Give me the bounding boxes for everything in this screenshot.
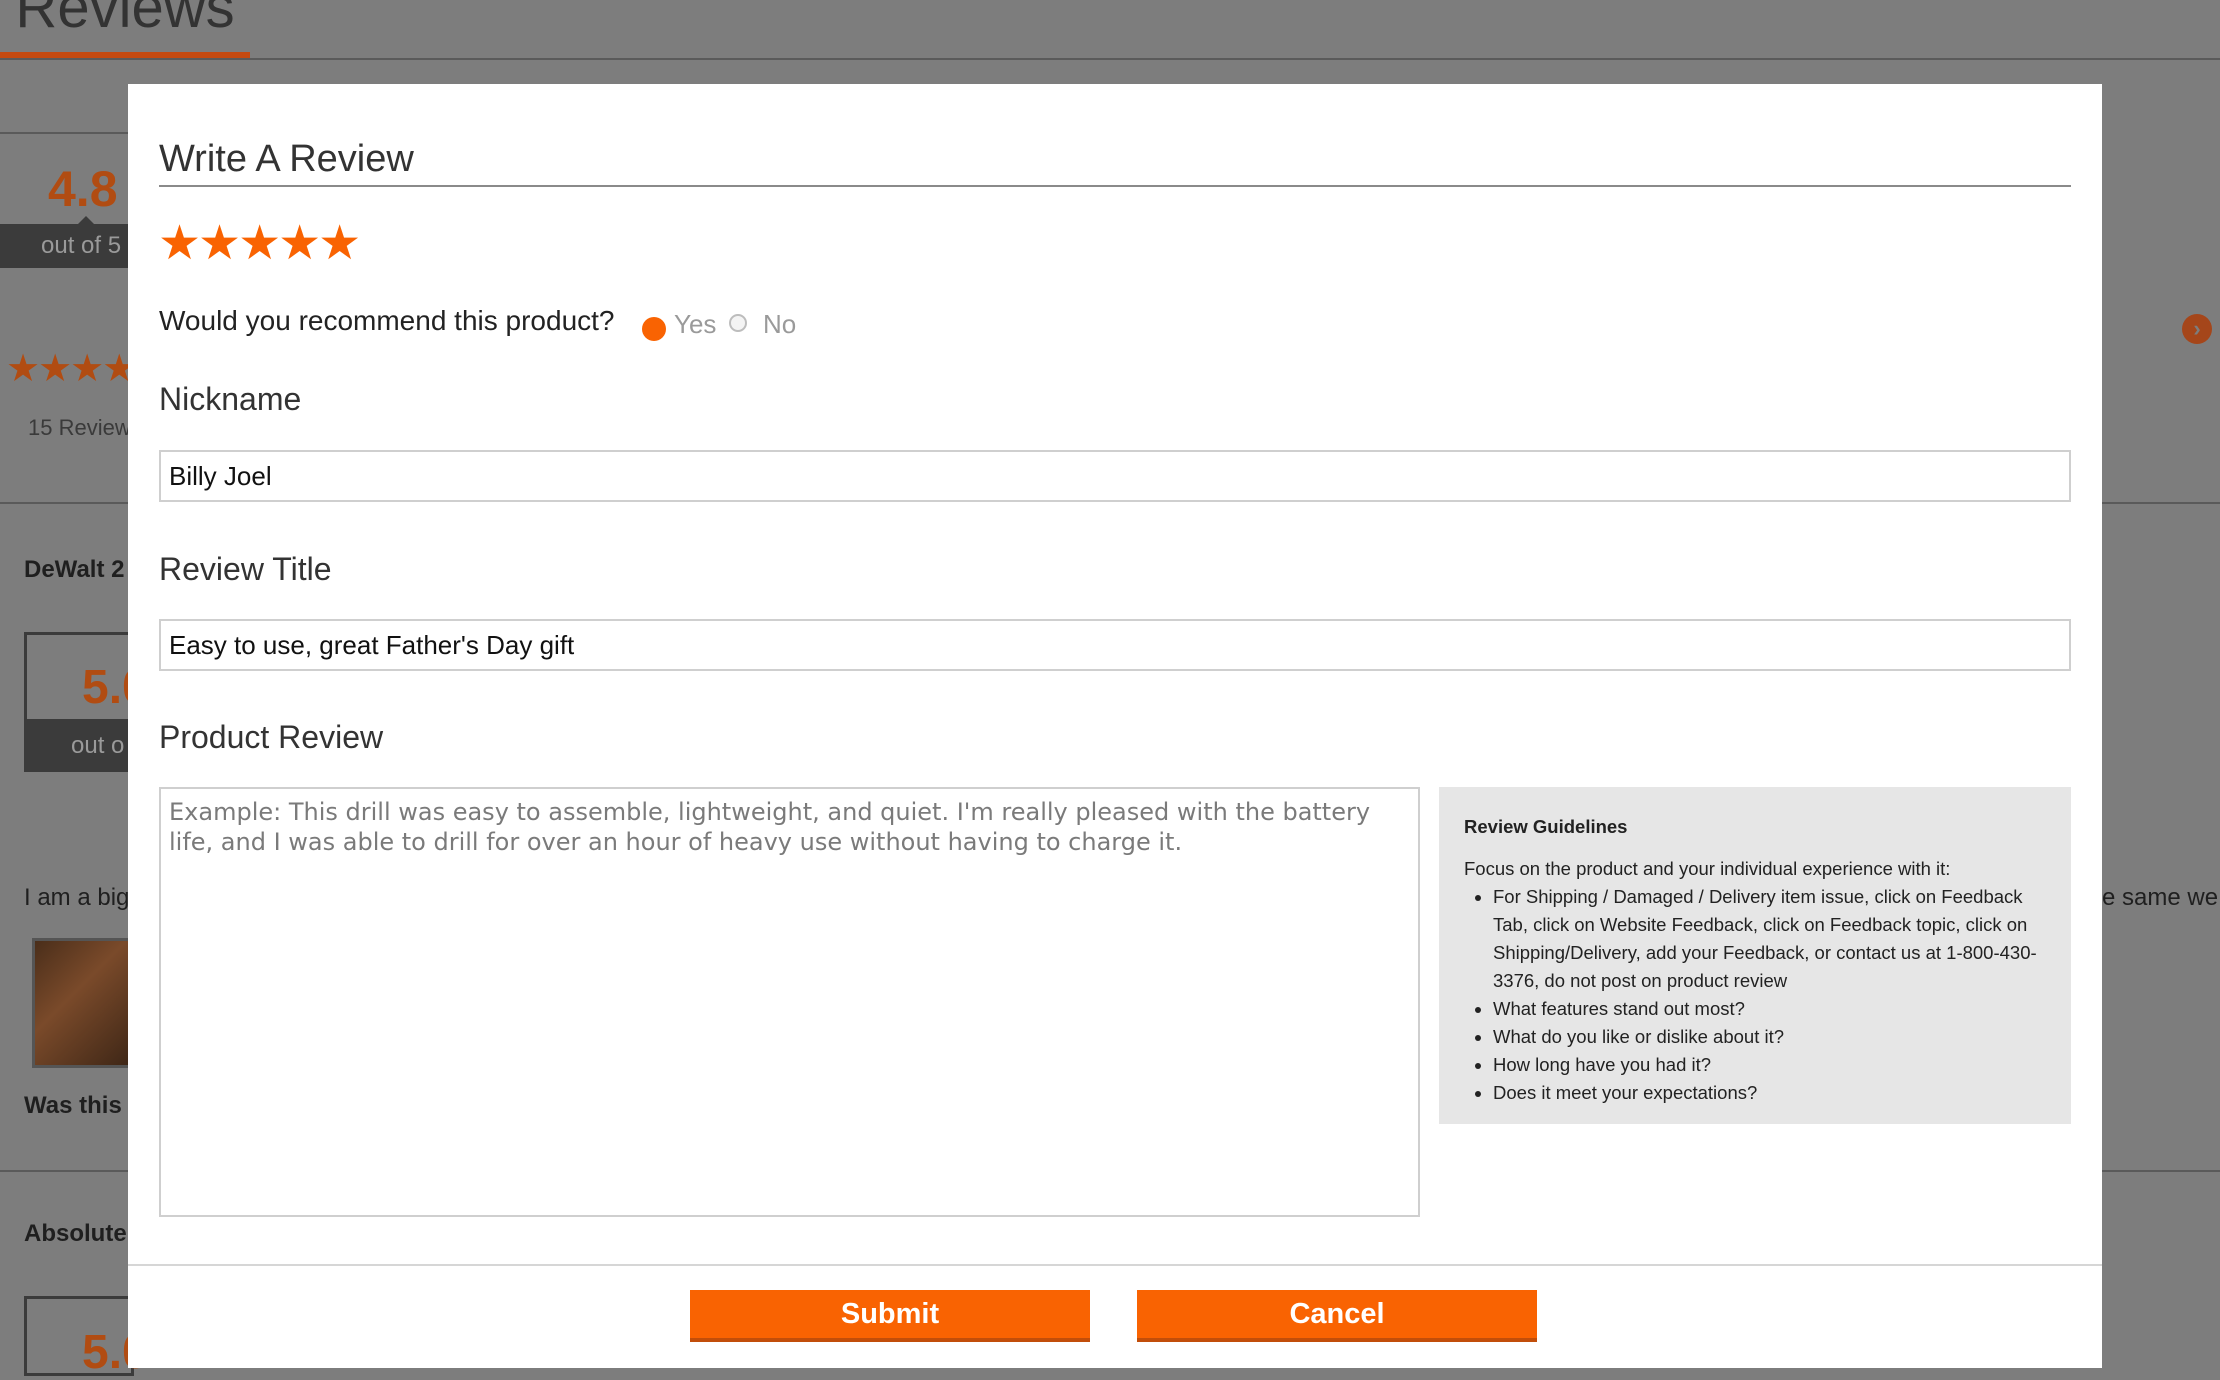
recommend-yes-label[interactable]: Yes	[674, 309, 716, 340]
recommend-no-radio[interactable]	[729, 314, 747, 332]
recommend-question: Would you recommend this product?	[159, 305, 615, 336]
guidelines-title: Review Guidelines	[1464, 816, 1628, 837]
review-photo-thumbnail[interactable]	[32, 938, 142, 1068]
submit-button[interactable]: Submit	[690, 1290, 1090, 1342]
guideline-item: Does it meet your expectations?	[1493, 1079, 2047, 1107]
divider	[0, 58, 2220, 60]
product-review-label: Product Review	[159, 719, 384, 755]
guideline-item: What features stand out most?	[1493, 995, 2047, 1023]
review-title-label: Review Title	[159, 551, 332, 587]
review-rating-card: 5.0 out o	[24, 632, 149, 772]
overall-stars: ★★★★	[6, 348, 136, 390]
review-title-input[interactable]	[159, 619, 2071, 671]
overall-rating: 4.8	[48, 161, 118, 217]
review-rating-card: 5.0	[24, 1296, 149, 1379]
guidelines-list: For Shipping / Damaged / Delivery item i…	[1464, 883, 2047, 1107]
review-title: Absolute	[24, 1220, 127, 1247]
cancel-button[interactable]: Cancel	[1137, 1290, 1537, 1342]
star-rating-input[interactable]: ★★★★★	[158, 220, 361, 268]
helpful-question: Was this	[24, 1092, 122, 1119]
recommend-yes-radio[interactable]	[642, 317, 666, 341]
guideline-item: How long have you had it?	[1493, 1051, 2047, 1079]
divider	[0, 132, 128, 134]
modal-title: Write A Review	[159, 138, 414, 180]
chevron-right-icon[interactable]: ›	[2182, 314, 2212, 344]
nickname-input[interactable]	[159, 450, 2071, 502]
review-body: I am a big	[24, 884, 130, 911]
guideline-item: For Shipping / Damaged / Delivery item i…	[1493, 883, 2047, 995]
review-body-cont: e same we	[2102, 884, 2219, 911]
footer-divider	[128, 1264, 2102, 1266]
nickname-label: Nickname	[159, 381, 302, 417]
review-guidelines-panel: Review Guidelines Focus on the product a…	[1439, 787, 2071, 1124]
guidelines-intro: Focus on the product and your individual…	[1464, 858, 1951, 879]
overall-out-of: out of 5	[0, 216, 130, 268]
write-review-modal: Write A Review ★★★★★ Would you recommend…	[128, 84, 2102, 1368]
title-divider	[159, 185, 2071, 187]
product-review-textarea[interactable]	[159, 787, 1420, 1217]
review-out-of: out o	[24, 719, 137, 772]
review-count[interactable]: 15 Review	[28, 415, 131, 441]
reviews-heading: r Reviews	[0, 0, 235, 40]
guideline-item: What do you like or dislike about it?	[1493, 1023, 2047, 1051]
recommend-no-label[interactable]: No	[763, 309, 796, 340]
review-title: DeWalt 2	[24, 556, 125, 583]
